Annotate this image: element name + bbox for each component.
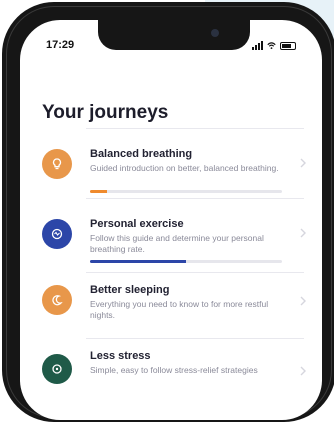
divider xyxy=(86,198,304,199)
journey-item-less-stress[interactable]: Less stress Simple, easy to follow stres… xyxy=(20,338,322,416)
page-title: Your journeys xyxy=(42,102,169,123)
notch xyxy=(98,20,250,50)
progress-fill xyxy=(90,190,108,193)
calm-icon xyxy=(42,354,72,384)
journey-title: Better sleeping xyxy=(90,284,170,296)
divider xyxy=(86,338,304,339)
volume-up-button xyxy=(2,132,6,176)
journey-description: Guided introduction on better, balanced … xyxy=(90,163,279,173)
wifi-icon xyxy=(267,42,276,50)
journey-item-personal-exercise[interactable]: Personal exercise Follow this guide and … xyxy=(20,198,322,276)
app-screen: 17:29 Your journeys Balanced breathing G… xyxy=(20,20,322,420)
mute-switch xyxy=(2,90,6,112)
journey-progress xyxy=(90,190,282,193)
journey-description: Follow this guide and determine your per… xyxy=(90,233,264,254)
phone-frame: 17:29 Your journeys Balanced breathing G… xyxy=(2,2,334,422)
divider xyxy=(86,272,304,273)
breath-cycle-icon xyxy=(42,219,72,249)
camera-icon xyxy=(211,29,219,37)
volume-down-button xyxy=(2,187,6,231)
journey-description: Simple, easy to follow stress-relief str… xyxy=(90,365,258,375)
status-icons xyxy=(252,41,296,50)
chevron-right-icon xyxy=(300,296,306,306)
journey-description: Everything you need to know to for more … xyxy=(90,299,269,320)
chevron-right-icon xyxy=(300,366,306,376)
journey-progress xyxy=(90,260,282,263)
progress-fill xyxy=(90,260,186,263)
journey-title: Less stress xyxy=(90,350,151,362)
divider xyxy=(86,128,304,129)
journey-title: Balanced breathing xyxy=(90,148,193,160)
chevron-right-icon xyxy=(300,228,306,238)
chevron-right-icon xyxy=(300,158,306,168)
signal-icon xyxy=(252,41,263,50)
journey-item-balanced-breathing[interactable]: Balanced breathing Guided introduction o… xyxy=(20,128,322,206)
journey-title: Personal exercise xyxy=(90,218,184,230)
moon-icon xyxy=(42,285,72,315)
bulb-icon xyxy=(42,149,72,179)
status-time: 17:29 xyxy=(46,39,75,51)
battery-icon xyxy=(280,42,296,50)
